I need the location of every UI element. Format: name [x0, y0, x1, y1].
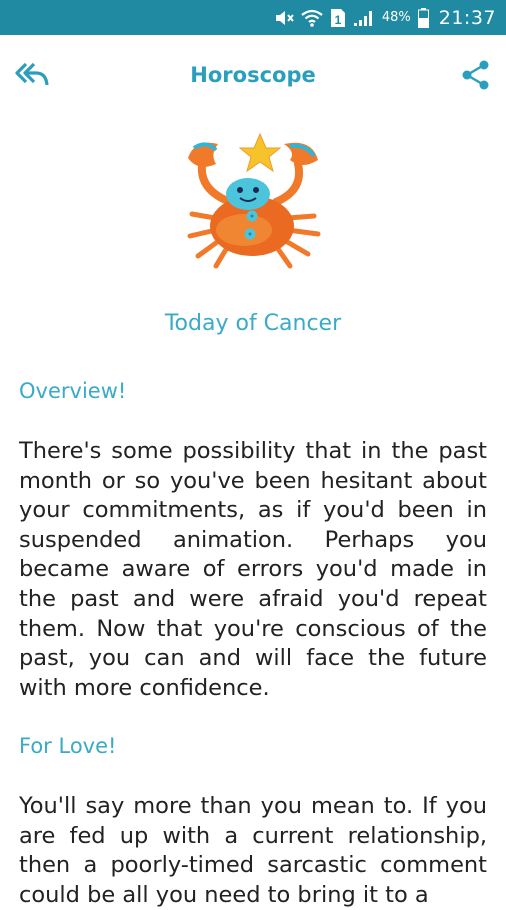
sign-title: Today of Cancer	[164, 311, 342, 336]
battery-icon	[417, 7, 429, 28]
share-icon[interactable]	[460, 59, 492, 91]
section-title-overview: Overview!	[19, 379, 127, 403]
app-bar: Horoscope	[0, 35, 506, 117]
sim-icon: 1	[330, 8, 346, 28]
signal-icon	[353, 9, 375, 27]
page-title: Horoscope	[190, 63, 316, 87]
clock: 21:37	[438, 6, 496, 29]
wifi-icon	[301, 9, 323, 27]
cancer-crab-illustration	[180, 130, 330, 275]
section-title-love: For Love!	[19, 734, 117, 758]
mute-icon	[274, 9, 294, 27]
svg-text:1: 1	[334, 13, 341, 27]
status-bar: 1 48% 21:37	[0, 0, 506, 35]
battery-percent: 48%	[381, 10, 411, 25]
reply-arrow-icon[interactable]	[14, 61, 50, 89]
section-body-love: You'll say more than you mean to. If you…	[19, 793, 487, 908]
section-body-overview: There's some possibility that in the pas…	[19, 438, 487, 701]
